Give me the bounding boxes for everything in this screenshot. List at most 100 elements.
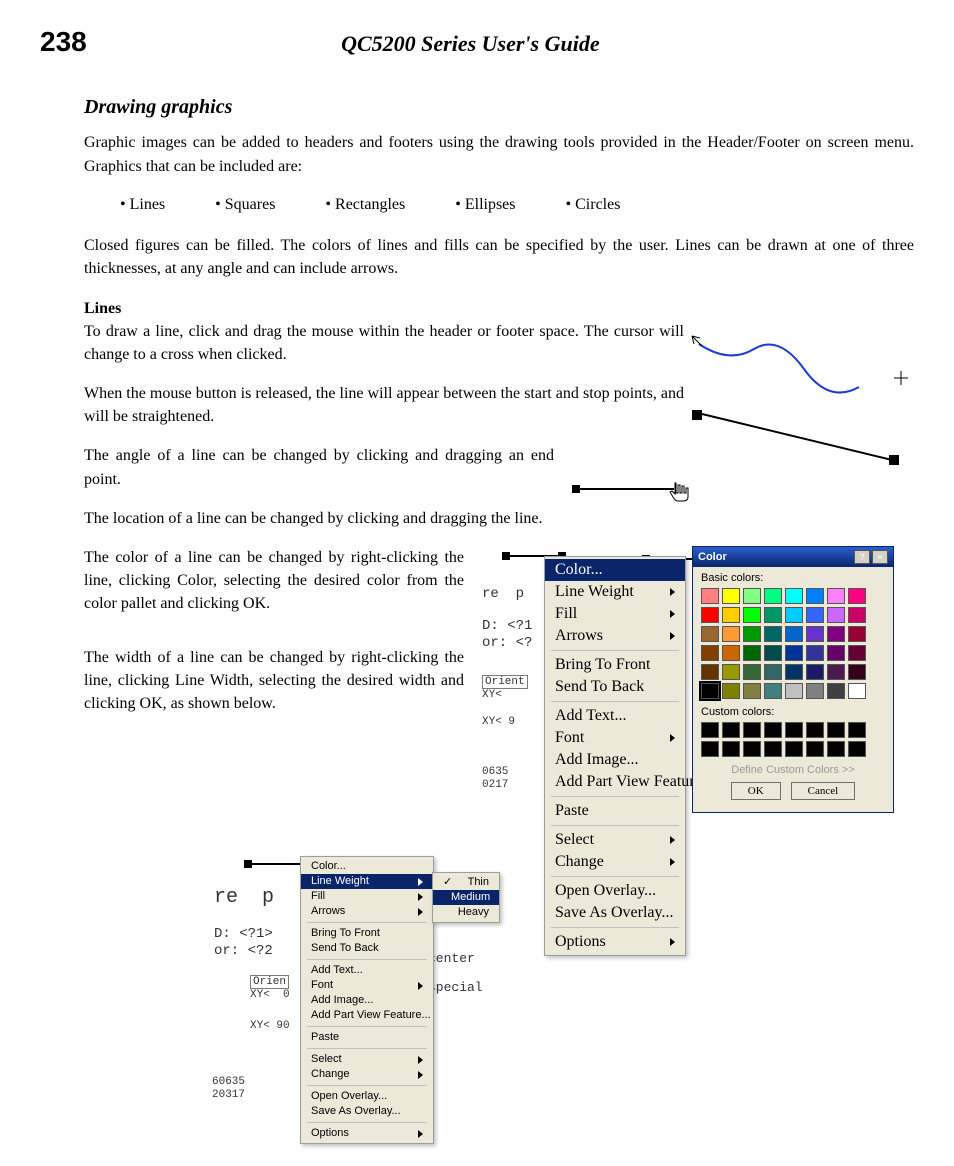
custom-swatch[interactable] xyxy=(827,722,845,738)
color-swatch[interactable] xyxy=(764,607,782,623)
color-swatch[interactable] xyxy=(764,626,782,642)
color-swatch[interactable] xyxy=(827,683,845,699)
custom-swatch[interactable] xyxy=(785,722,803,738)
color-swatch[interactable] xyxy=(701,683,719,699)
submenu-item[interactable]: Medium xyxy=(433,890,499,905)
color-swatch[interactable] xyxy=(848,664,866,680)
custom-colors-grid[interactable] xyxy=(701,722,885,757)
cancel-button[interactable]: Cancel xyxy=(791,782,856,800)
color-dialog[interactable]: Color ? × Basic colors: Custom colors: D… xyxy=(692,546,894,813)
menu-item[interactable]: Font xyxy=(301,978,433,993)
color-swatch[interactable] xyxy=(806,607,824,623)
color-swatch[interactable] xyxy=(827,664,845,680)
menu-item[interactable]: Arrows xyxy=(545,625,685,647)
color-swatch[interactable] xyxy=(722,607,740,623)
color-swatch[interactable] xyxy=(743,645,761,661)
color-swatch[interactable] xyxy=(722,664,740,680)
menu-item[interactable]: Add Text... xyxy=(545,705,685,727)
color-swatch[interactable] xyxy=(806,645,824,661)
menu-item[interactable]: Color... xyxy=(301,859,433,874)
custom-swatch[interactable] xyxy=(806,741,824,757)
custom-swatch[interactable] xyxy=(701,722,719,738)
color-swatch[interactable] xyxy=(743,607,761,623)
menu-item[interactable]: Paste xyxy=(545,800,685,822)
lineweight-submenu[interactable]: ✓ThinMediumHeavy xyxy=(432,872,500,923)
custom-swatch[interactable] xyxy=(722,722,740,738)
custom-swatch[interactable] xyxy=(743,741,761,757)
custom-swatch[interactable] xyxy=(785,741,803,757)
menu-item[interactable]: Add Image... xyxy=(301,993,433,1008)
menu-item[interactable]: Select xyxy=(545,829,685,851)
color-swatch[interactable] xyxy=(701,645,719,661)
custom-swatch[interactable] xyxy=(848,722,866,738)
submenu-item[interactable]: ✓Thin xyxy=(433,875,499,890)
menu-item[interactable]: Select xyxy=(301,1052,433,1067)
custom-swatch[interactable] xyxy=(701,741,719,757)
menu-item[interactable]: Bring To Front xyxy=(301,926,433,941)
menu-item[interactable]: Fill xyxy=(545,603,685,625)
menu-item[interactable]: Line Weight xyxy=(301,874,433,889)
color-swatch[interactable] xyxy=(743,626,761,642)
color-swatch[interactable] xyxy=(806,626,824,642)
menu-item[interactable]: Paste xyxy=(301,1030,433,1045)
color-swatch[interactable] xyxy=(764,664,782,680)
submenu-item[interactable]: Heavy xyxy=(433,905,499,920)
menu-item[interactable]: Add Part View Feature... xyxy=(545,771,685,793)
color-swatch[interactable] xyxy=(827,588,845,604)
color-swatch[interactable] xyxy=(722,683,740,699)
color-swatch[interactable] xyxy=(701,607,719,623)
help-button[interactable]: ? xyxy=(854,550,870,564)
color-swatch[interactable] xyxy=(722,626,740,642)
color-swatch[interactable] xyxy=(848,607,866,623)
color-swatch[interactable] xyxy=(701,588,719,604)
custom-swatch[interactable] xyxy=(806,722,824,738)
color-swatch[interactable] xyxy=(764,683,782,699)
color-swatch[interactable] xyxy=(701,664,719,680)
color-swatch[interactable] xyxy=(785,607,803,623)
menu-item[interactable]: Color... xyxy=(545,559,685,581)
menu-item[interactable]: Line Weight xyxy=(545,581,685,603)
color-swatch[interactable] xyxy=(806,664,824,680)
dialog-title-bar[interactable]: Color ? × xyxy=(693,547,893,567)
custom-swatch[interactable] xyxy=(764,741,782,757)
color-swatch[interactable] xyxy=(785,683,803,699)
menu-item[interactable]: Send To Back xyxy=(545,676,685,698)
color-swatch[interactable] xyxy=(785,588,803,604)
color-swatch[interactable] xyxy=(827,607,845,623)
color-swatch[interactable] xyxy=(806,683,824,699)
color-swatch[interactable] xyxy=(848,626,866,642)
color-swatch[interactable] xyxy=(743,683,761,699)
menu-item[interactable]: Save As Overlay... xyxy=(301,1104,433,1119)
color-swatch[interactable] xyxy=(722,645,740,661)
custom-swatch[interactable] xyxy=(743,722,761,738)
color-swatch[interactable] xyxy=(743,588,761,604)
close-button[interactable]: × xyxy=(872,550,888,564)
color-swatch[interactable] xyxy=(827,645,845,661)
custom-swatch[interactable] xyxy=(827,741,845,757)
menu-item[interactable]: Bring To Front xyxy=(545,654,685,676)
menu-item[interactable]: Add Image... xyxy=(545,749,685,771)
color-swatch[interactable] xyxy=(827,626,845,642)
menu-item[interactable]: Add Text... xyxy=(301,963,433,978)
color-swatch[interactable] xyxy=(722,588,740,604)
menu-item[interactable]: Change xyxy=(301,1067,433,1082)
color-swatch[interactable] xyxy=(764,645,782,661)
color-swatch[interactable] xyxy=(701,626,719,642)
color-swatch[interactable] xyxy=(785,645,803,661)
color-swatch[interactable] xyxy=(848,683,866,699)
color-swatch[interactable] xyxy=(848,588,866,604)
define-custom-colors[interactable]: Define Custom Colors >> xyxy=(701,765,885,776)
custom-swatch[interactable] xyxy=(722,741,740,757)
custom-swatch[interactable] xyxy=(764,722,782,738)
menu-item[interactable]: Arrows xyxy=(301,904,433,919)
menu-item[interactable]: Send To Back xyxy=(301,941,433,956)
menu-item[interactable]: Add Part View Feature... xyxy=(301,1008,433,1023)
color-swatch[interactable] xyxy=(785,664,803,680)
ok-button[interactable]: OK xyxy=(731,782,781,800)
menu-item[interactable]: Open Overlay... xyxy=(301,1089,433,1104)
basic-colors-grid[interactable] xyxy=(701,588,885,699)
color-swatch[interactable] xyxy=(785,626,803,642)
color-swatch[interactable] xyxy=(764,588,782,604)
menu-item[interactable]: Fill xyxy=(301,889,433,904)
menu-item[interactable]: Font xyxy=(545,727,685,749)
